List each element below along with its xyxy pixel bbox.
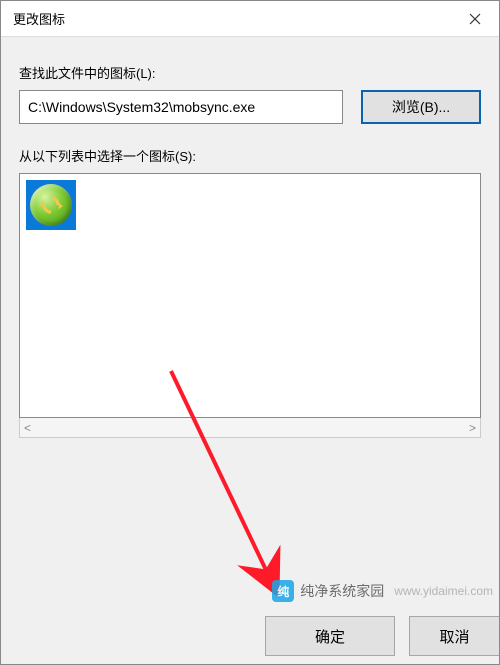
titlebar: 更改图标 <box>1 1 499 37</box>
icon-list-hscroll[interactable]: < > <box>19 418 481 438</box>
watermark: 纯 纯净系统家园 www.yidaimei.com <box>272 580 493 602</box>
icon-path-input[interactable] <box>19 90 343 124</box>
path-row: 浏览(B)... <box>19 90 481 124</box>
close-icon <box>469 13 481 25</box>
browse-button[interactable]: 浏览(B)... <box>361 90 481 124</box>
ok-button[interactable]: 确定 <box>265 616 395 656</box>
watermark-text-url: www.yidaimei.com <box>394 584 493 598</box>
dialog-content: 查找此文件中的图标(L): 浏览(B)... 从以下列表中选择一个图标(S): … <box>1 37 499 438</box>
scroll-right-icon[interactable]: > <box>469 421 476 435</box>
close-button[interactable] <box>451 1 499 37</box>
icon-list[interactable] <box>19 173 481 418</box>
look-for-icons-label: 查找此文件中的图标(L): <box>19 63 481 82</box>
window-title: 更改图标 <box>13 9 65 28</box>
cancel-button[interactable]: 取消 <box>409 616 499 656</box>
scroll-left-icon[interactable]: < <box>24 421 31 435</box>
icon-item-sync[interactable] <box>26 180 76 230</box>
sync-icon <box>30 184 72 226</box>
watermark-logo: 纯 <box>272 580 294 602</box>
watermark-text-cn: 纯净系统家园 <box>300 581 384 601</box>
change-icon-dialog: 更改图标 查找此文件中的图标(L): 浏览(B)... 从以下列表中选择一个图标… <box>0 0 500 665</box>
select-icon-label: 从以下列表中选择一个图标(S): <box>19 146 481 165</box>
dialog-buttons: 确定 取消 <box>265 616 499 656</box>
